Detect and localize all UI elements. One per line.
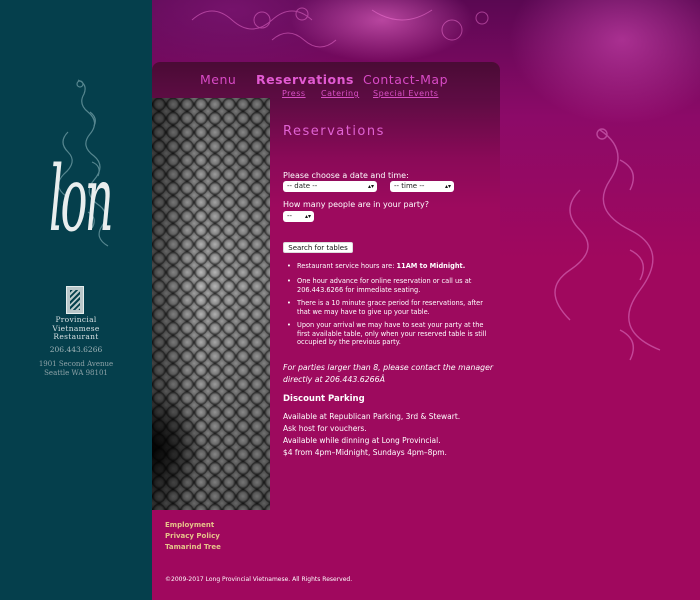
left-rail: long Provincial Vietnamese Restaurant 20… (0, 0, 152, 600)
parking-line: Available at Republican Parking, 3rd & S… (283, 412, 461, 421)
date-select[interactable]: -- date -- ▴▾ (283, 181, 377, 192)
time-select[interactable]: -- time -- ▴▾ (390, 181, 454, 192)
nav-press[interactable]: Press (282, 89, 306, 98)
date-select-value: -- date -- (287, 182, 318, 190)
logo-seal (66, 286, 84, 314)
nav-menu[interactable]: Menu (200, 72, 236, 87)
nav-bar: Menu Reservations Contact-Map Press Cate… (152, 62, 500, 98)
party-size-label: How many people are in your party? (283, 200, 429, 209)
list-item: Upon your arrival we may have to seat yo… (287, 321, 497, 347)
select-arrows-icon: ▴▾ (304, 213, 311, 220)
note-bold: 11AM to Midnight. (396, 262, 466, 270)
nav-contact-map[interactable]: Contact-Map (363, 72, 448, 87)
parking-line: $4 from 4pm–Midnight, Sundays 4pm–8pm. (283, 448, 447, 457)
nav-special-events[interactable]: Special Events (373, 89, 438, 98)
list-item: There is a 10 minute grace period for re… (287, 299, 497, 316)
copyright: ©2009-2017 Long Provincial Vietnamese. A… (165, 576, 353, 583)
footer-link-employment[interactable]: Employment (165, 521, 214, 529)
restaurant-name-line: Restaurant (53, 332, 99, 341)
address-line: Seattle WA 98101 (44, 369, 108, 377)
dragon-icon (554, 128, 661, 361)
parking-line: Ask host for vouchers. (283, 424, 367, 433)
party-size-select[interactable]: -- ▴▾ (283, 211, 314, 222)
footer-link-tamarind-tree[interactable]: Tamarind Tree (165, 543, 221, 551)
logo-wordmark: long (49, 147, 112, 252)
nav-catering[interactable]: Catering (321, 89, 359, 98)
time-select-value: -- time -- (394, 182, 425, 190)
address: 1901 Second Avenue Seattle WA 98101 (0, 360, 152, 378)
parking-title: Discount Parking (283, 394, 365, 404)
nav-reservations[interactable]: Reservations (256, 72, 354, 87)
texture-image (152, 98, 270, 510)
footer-link-privacy-policy[interactable]: Privacy Policy (165, 532, 220, 540)
address-line: 1901 Second Avenue (38, 360, 114, 368)
list-item: Restaurant service hours are: 11AM to Mi… (287, 262, 497, 271)
note-text: Restaurant service hours are: (297, 262, 397, 270)
phone-number: 206.443.6266 (49, 345, 103, 354)
party-size-value: -- (287, 212, 293, 220)
restaurant-name: Provincial Vietnamese Restaurant (0, 315, 152, 342)
list-item: One hour advance for online reservation … (287, 277, 497, 294)
date-time-label: Please choose a date and time: (283, 171, 409, 180)
large-party-note: For parties larger than 8, please contac… (283, 363, 494, 384)
select-arrows-icon: ▴▾ (367, 183, 374, 190)
parking-line: Available while dinning at Long Provinci… (283, 436, 441, 445)
page-title: Reservations (283, 124, 385, 139)
svg-text:long: long (49, 147, 112, 252)
search-tables-button[interactable]: Search for tables (283, 242, 353, 253)
select-arrows-icon: ▴▾ (444, 183, 451, 190)
texture-shade (152, 98, 270, 510)
